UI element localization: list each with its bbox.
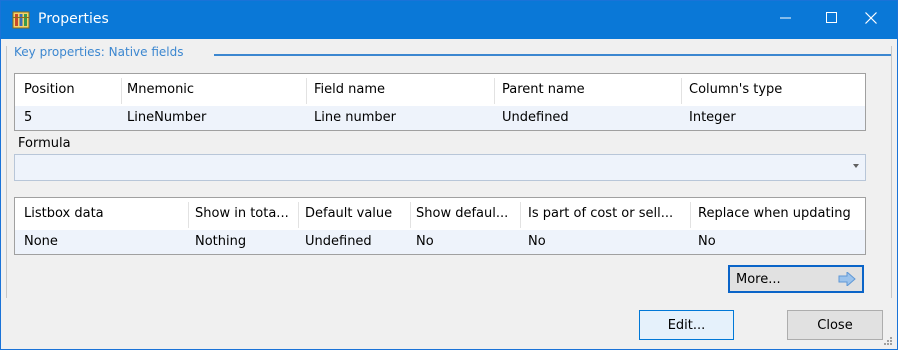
group-title-line [214, 54, 891, 56]
minimize-button[interactable] [763, 1, 809, 39]
column-header[interactable]: Is part of cost or sell... [528, 206, 688, 221]
maximize-icon [826, 12, 838, 28]
minimize-icon [780, 12, 792, 28]
column-header[interactable]: Position [24, 82, 114, 97]
table-cell: Integer [689, 110, 736, 125]
close-button-label: Close [817, 317, 853, 333]
table-header: Position Mnemonic Field name Parent name… [15, 74, 865, 106]
table-cell: No [528, 234, 546, 249]
field-options-table[interactable]: Listbox data Show in tota... Default val… [14, 197, 866, 255]
table-cell: No [698, 234, 716, 249]
table-app-icon [12, 11, 30, 29]
arrow-right-icon [838, 270, 856, 290]
column-header[interactable]: Default value [305, 206, 410, 221]
properties-window: Properties Key properties: Native fields… [0, 0, 898, 350]
column-header[interactable]: Mnemonic [127, 82, 302, 97]
table-cell: Line number [314, 110, 396, 125]
chevron-down-icon[interactable] [853, 164, 859, 168]
close-button[interactable]: Close [787, 310, 883, 340]
table-cell: No [416, 234, 434, 249]
column-header[interactable]: Parent name [502, 82, 677, 97]
formula-combobox[interactable] [14, 154, 866, 181]
edit-button[interactable]: Edit... [639, 310, 734, 340]
table-cell: LineNumber [127, 110, 207, 125]
table-cell: Nothing [195, 234, 247, 249]
window-title: Properties [38, 11, 109, 27]
table-cell: 5 [24, 110, 33, 125]
table-row[interactable]: None Nothing Undefined No No No [15, 230, 865, 254]
close-icon [865, 12, 877, 28]
column-header[interactable]: Field name [314, 82, 489, 97]
more-button[interactable]: More... [728, 265, 864, 293]
table-cell: None [24, 234, 58, 249]
table-cell: Undefined [502, 110, 569, 125]
table-header: Listbox data Show in tota... Default val… [15, 198, 865, 230]
native-fields-table[interactable]: Position Mnemonic Field name Parent name… [14, 73, 866, 131]
resize-grip-icon[interactable] [883, 335, 893, 345]
close-window-button[interactable] [848, 1, 894, 39]
table-row[interactable]: 5 LineNumber Line number Undefined Integ… [15, 106, 865, 130]
column-header[interactable]: Replace when updating [698, 206, 863, 221]
formula-label: Formula [18, 136, 71, 151]
column-header[interactable]: Show defaul... [416, 206, 516, 221]
more-button-label: More... [736, 271, 781, 287]
title-bar[interactable]: Properties [1, 1, 897, 39]
column-header[interactable]: Listbox data [24, 206, 184, 221]
dialog-content: Key properties: Native fields Position M… [1, 39, 897, 349]
table-cell: Undefined [305, 234, 372, 249]
column-header[interactable]: Show in tota... [195, 206, 295, 221]
edit-button-label: Edit... [667, 317, 706, 333]
group-title: Key properties: Native fields [14, 45, 188, 59]
column-header[interactable]: Column's type [689, 82, 859, 97]
